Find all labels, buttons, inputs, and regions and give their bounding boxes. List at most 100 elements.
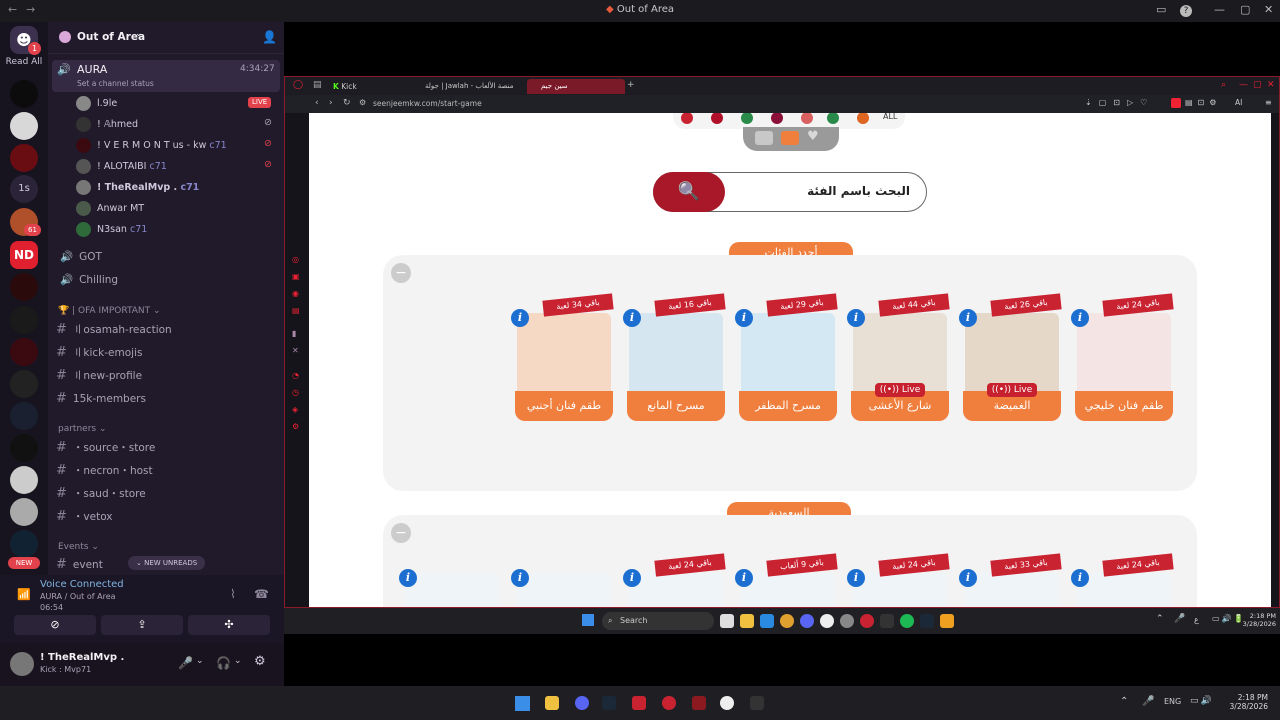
category-card[interactable]: باقي 9 ألعاب i xyxy=(735,553,838,607)
info-icon[interactable]: i xyxy=(511,309,529,327)
voice-channel-got[interactable]: 🔊 GOT xyxy=(60,250,102,270)
discord-icon[interactable] xyxy=(575,696,589,710)
guild-icon[interactable] xyxy=(10,80,38,108)
text-channel[interactable]: # ・vetox xyxy=(56,509,113,529)
site-info-icon[interactable]: ⚙ xyxy=(359,98,366,107)
sidebar-icons[interactable]: ◎ ▣ ◉ ▤ xyxy=(292,251,300,319)
category-events[interactable]: Events ⌄ xyxy=(58,542,99,552)
chrome-icon[interactable] xyxy=(780,614,794,628)
info-icon[interactable]: i xyxy=(511,569,529,587)
app-icon[interactable] xyxy=(840,614,854,628)
chevron-down-icon[interactable]: ⌄ xyxy=(234,656,242,666)
maximize-icon[interactable]: ▢ xyxy=(1240,3,1250,16)
text-channel[interactable]: # ・necron・host xyxy=(56,463,153,483)
text-channel[interactable]: # 〢osamah-reaction xyxy=(56,322,172,342)
info-icon[interactable]: i xyxy=(1071,569,1089,587)
text-channel[interactable]: #15k-members xyxy=(56,391,146,411)
text-channel[interactable]: # event xyxy=(56,557,103,577)
app-icon[interactable] xyxy=(720,696,734,710)
activities-button[interactable]: ✣ xyxy=(188,615,270,635)
info-icon[interactable]: i xyxy=(623,569,641,587)
info-icon[interactable]: i xyxy=(959,569,977,587)
tray-chevron-icon[interactable]: ⌃ xyxy=(1156,614,1164,624)
help-icon[interactable]: ? xyxy=(1180,5,1192,17)
text-channel[interactable]: # ・saud・store xyxy=(56,486,146,506)
app-icon[interactable] xyxy=(750,696,764,710)
back-icon[interactable]: ‹ xyxy=(315,98,319,108)
category-card[interactable]: باقي 24 لعبة i طقم فنان خليجي xyxy=(1071,293,1174,427)
voice-channel-aura[interactable]: 🔊 AURA 4:34:27 Set a channel status xyxy=(52,60,280,92)
new-unreads-pill[interactable]: ⌄ NEW UNREADS xyxy=(128,556,206,570)
guild-text-icon[interactable]: 1s xyxy=(10,175,38,203)
guild-icon[interactable] xyxy=(10,306,38,334)
info-icon[interactable]: i xyxy=(735,569,753,587)
search-tabs-icon[interactable]: ⌕ xyxy=(1221,80,1226,90)
signal-icon[interactable]: 📶 xyxy=(17,588,31,601)
tray-icons[interactable]: ▭🔊 xyxy=(1190,696,1214,706)
app-icon[interactable] xyxy=(820,614,834,628)
voice-user[interactable]: ! V E R M O N T us - kw c71 ⊘ xyxy=(76,138,272,158)
guild-icon[interactable] xyxy=(10,466,38,494)
info-icon[interactable]: i xyxy=(735,309,753,327)
tray-chevron-icon[interactable]: ⌃ xyxy=(1120,696,1128,707)
guild-icon[interactable]: 61 xyxy=(10,208,41,236)
settings-gear-icon[interactable]: ⚙ xyxy=(254,654,266,669)
mic-tray-icon[interactable]: 🎤 xyxy=(1174,614,1185,624)
voice-channel-chilling[interactable]: 🔊 Chilling xyxy=(60,273,118,293)
voice-user[interactable]: Anwar MT xyxy=(76,201,144,221)
voice-user[interactable]: l.9le LIVE xyxy=(76,96,272,116)
text-channel[interactable]: # 〢kick-emojis xyxy=(56,345,142,365)
app-icon[interactable] xyxy=(632,696,646,710)
folder-icon[interactable] xyxy=(545,696,559,710)
nd-guild-icon[interactable]: ND xyxy=(10,241,38,269)
category-card[interactable]: باقي 44 لعبة i شارع الأعشى ((•)) Live xyxy=(847,293,950,427)
tab-seenjeem[interactable]: سين جيم xyxy=(527,79,625,94)
category-card[interactable]: باقي 29 لعبة i مسرح المظفر xyxy=(735,293,838,427)
taskbar-search[interactable]: ⌕ Search xyxy=(602,612,714,630)
info-icon[interactable]: i xyxy=(847,569,865,587)
app-icon[interactable] xyxy=(880,614,894,628)
ai-button[interactable]: AI xyxy=(1235,98,1242,107)
discord-icon[interactable] xyxy=(800,614,814,628)
category-partners[interactable]: partners ⌄ xyxy=(58,424,107,434)
close-icon[interactable]: ✕ xyxy=(1264,3,1273,16)
clock[interactable]: 2:18 PM 3/28/2026 xyxy=(1226,693,1268,711)
guild-icon[interactable] xyxy=(10,144,38,172)
category-card[interactable]: باقي 24 لعبة i xyxy=(623,553,726,607)
all-filter[interactable]: ALL xyxy=(883,113,897,121)
text-channel[interactable]: # 〢new-profile xyxy=(56,368,142,388)
tab-kick[interactable]: K Kick xyxy=(327,79,423,94)
opera-icon[interactable] xyxy=(662,696,676,710)
screen-share-button[interactable]: ⇪ xyxy=(101,615,183,635)
category-card[interactable]: i xyxy=(511,557,613,607)
inbox-icon[interactable]: ▭ xyxy=(1156,3,1166,16)
steam-icon[interactable] xyxy=(920,614,934,628)
category-important[interactable]: 🏆 | OFA IMPORTANT ⌄ xyxy=(58,306,161,316)
guild-icon[interactable] xyxy=(10,402,38,430)
flag-icon[interactable] xyxy=(771,113,783,124)
opera-logo-icon[interactable]: ◯ xyxy=(293,80,303,90)
info-icon[interactable]: i xyxy=(847,309,865,327)
mic-tray-icon[interactable]: 🎤 xyxy=(1142,696,1154,707)
category-card[interactable]: باقي 34 لعبة i طقم فنان أجنبي xyxy=(511,293,614,427)
guild-icon[interactable] xyxy=(10,273,38,301)
social-icons[interactable]: ▮ ✕ xyxy=(292,325,299,359)
category-card[interactable]: باقي 33 لعبة i xyxy=(959,553,1062,607)
noise-suppression-icon[interactable]: ⌇ xyxy=(230,587,236,601)
windows-start-icon[interactable] xyxy=(582,614,594,626)
flag-icon[interactable] xyxy=(741,113,753,124)
guild-icon[interactable] xyxy=(10,338,38,366)
search-input[interactable]: البحث باسم الفئة xyxy=(807,184,910,198)
discord-home-icon[interactable]: ☻ 1 xyxy=(10,26,41,55)
voice-location[interactable]: AURA / Out of Area xyxy=(40,592,116,601)
info-icon[interactable]: i xyxy=(399,569,417,587)
camera-off-button[interactable]: ⊘ xyxy=(14,615,96,635)
category-search-box[interactable]: 🔍 البحث باسم الفئة xyxy=(653,172,927,212)
headphones-icon[interactable]: 🎧 xyxy=(216,656,231,670)
guild-icon[interactable] xyxy=(10,112,38,140)
info-icon[interactable]: i xyxy=(1071,309,1089,327)
collapse-icon[interactable]: − xyxy=(391,523,411,543)
forward-icon[interactable]: › xyxy=(329,98,333,108)
guild-icon[interactable] xyxy=(10,530,38,558)
info-icon[interactable]: i xyxy=(623,309,641,327)
